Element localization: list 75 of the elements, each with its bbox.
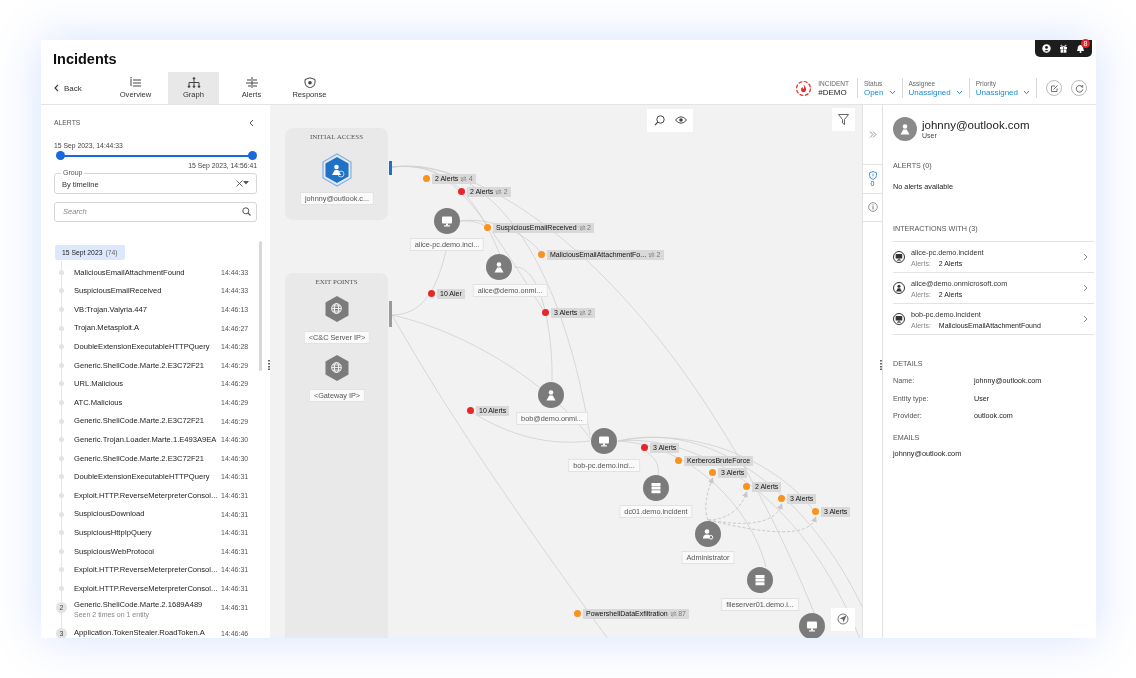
search-icon xyxy=(242,206,251,216)
resize-handle-icon[interactable] xyxy=(880,359,882,370)
admin-node[interactable] xyxy=(695,520,721,547)
computer-node[interactable] xyxy=(434,207,460,234)
server-node[interactable] xyxy=(643,474,669,501)
filter-button[interactable] xyxy=(832,107,855,131)
swap-icon xyxy=(460,175,468,182)
resize-handle-icon[interactable] xyxy=(268,359,270,370)
scrollbar[interactable] xyxy=(259,240,262,371)
list-icon xyxy=(128,77,143,88)
assignee-dropdown[interactable]: Unassigned xyxy=(908,88,963,97)
computer-icon xyxy=(895,252,903,261)
sliders-icon xyxy=(244,77,259,88)
swap-icon xyxy=(495,188,503,195)
incident-id: #DEMO xyxy=(818,88,848,97)
user-node[interactable] xyxy=(538,381,564,408)
eye-icon[interactable] xyxy=(674,116,687,125)
chevron-left-icon xyxy=(249,118,254,127)
chevron-right-icon xyxy=(1083,314,1088,323)
refresh-icon xyxy=(1074,83,1084,93)
entity-name: johnny@outlook.com xyxy=(922,118,1030,132)
graph-icon xyxy=(186,77,201,88)
swap-icon xyxy=(648,251,656,258)
shield-icon xyxy=(302,77,317,88)
computer-node[interactable] xyxy=(799,612,825,638)
swap-icon xyxy=(578,224,586,231)
computer-node[interactable] xyxy=(591,427,617,454)
edit-button[interactable] xyxy=(1046,80,1062,96)
user-icon[interactable] xyxy=(1042,44,1051,53)
info-icon xyxy=(867,202,878,213)
collapse-button[interactable] xyxy=(249,118,254,127)
user-icon xyxy=(545,388,557,401)
status-dropdown[interactable]: Open xyxy=(863,88,896,97)
chevron-right-icon xyxy=(1083,283,1088,292)
search-icon[interactable] xyxy=(653,114,665,126)
user-node[interactable] xyxy=(486,253,512,280)
computer-icon xyxy=(441,214,453,227)
gift-icon[interactable] xyxy=(1059,44,1068,53)
shield-alert-icon xyxy=(868,170,877,180)
server-icon xyxy=(754,573,766,586)
filter-icon xyxy=(838,113,849,125)
group-connector-bar xyxy=(389,300,392,327)
caret-down-icon xyxy=(1023,90,1030,95)
double-chevron-icon xyxy=(868,130,877,138)
page-title: Incidents xyxy=(53,51,117,67)
user-node[interactable] xyxy=(320,152,354,187)
back-button[interactable]: Back xyxy=(41,72,110,104)
user-icon xyxy=(493,260,505,273)
computer-icon xyxy=(598,434,610,447)
group-connector-bar xyxy=(389,160,392,175)
edit-icon xyxy=(1049,83,1059,93)
bell-icon[interactable] xyxy=(1076,44,1085,53)
computer-icon xyxy=(895,314,903,323)
flame-target-icon xyxy=(795,79,813,97)
user-icon xyxy=(899,122,911,135)
chevron-left-icon xyxy=(54,84,59,92)
compass-icon xyxy=(837,613,849,626)
navigate-button[interactable] xyxy=(831,607,855,631)
user-icon xyxy=(895,283,903,292)
caret-down-icon xyxy=(243,181,249,186)
caret-down-icon xyxy=(888,90,896,95)
server-icon xyxy=(650,481,662,494)
computer-icon xyxy=(806,619,818,632)
swap-icon xyxy=(579,309,587,316)
server-node[interactable] xyxy=(747,566,773,593)
slider-thumb[interactable] xyxy=(247,151,257,161)
swap-icon xyxy=(669,610,677,617)
chevron-right-icon xyxy=(1083,252,1088,261)
admin-icon xyxy=(702,527,714,540)
clear-icon[interactable] xyxy=(236,179,243,187)
refresh-button[interactable] xyxy=(1071,80,1087,96)
caret-down-icon xyxy=(955,90,963,95)
slider-thumb[interactable] xyxy=(55,151,65,161)
date-range-slider[interactable] xyxy=(55,150,257,161)
priority-dropdown[interactable]: Unassigned xyxy=(975,88,1030,97)
